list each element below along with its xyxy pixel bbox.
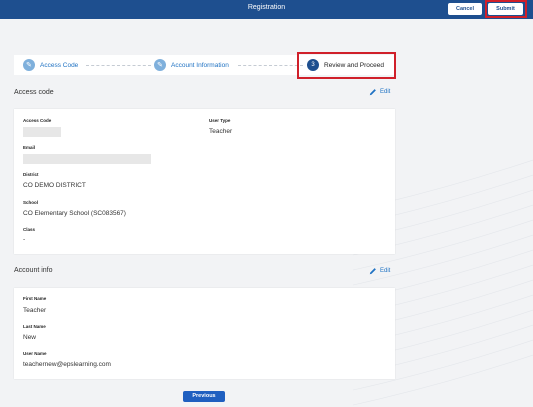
account-info-card: First Name Teacher Last Name New User Na… xyxy=(14,288,395,379)
edit-label: Edit xyxy=(380,268,391,274)
edit-label: Edit xyxy=(380,89,391,95)
field-label: Class xyxy=(23,227,36,232)
school-value: CO Elementary School (SC083567) xyxy=(23,210,126,217)
class-value: - xyxy=(23,236,26,243)
field-label: District xyxy=(23,172,39,177)
edit-access-code-link[interactable]: Edit xyxy=(369,88,390,96)
step-label: Access Code xyxy=(40,61,79,69)
step-connector xyxy=(238,65,303,66)
previous-button[interactable]: Previous xyxy=(183,391,225,402)
field-label: Access Code xyxy=(23,118,52,123)
pencil-icon xyxy=(369,268,376,275)
review-step-highlight-box xyxy=(297,52,396,79)
redacted-access-code xyxy=(23,127,61,137)
step-label: Account Information xyxy=(171,61,229,69)
field-label: User Type xyxy=(209,118,231,123)
section-title-access-code: Access code xyxy=(14,89,54,96)
last-name-value: New xyxy=(23,334,37,341)
submit-highlight-box xyxy=(485,0,527,18)
field-label: Email xyxy=(23,145,36,150)
district-value: CO DEMO DISTRICT xyxy=(23,182,86,189)
step-access-code[interactable]: ✎ Access Code xyxy=(23,58,78,72)
step-account-information[interactable]: ✎ Account Information xyxy=(154,58,229,72)
user-name-value: teachernew@epslearning.com xyxy=(23,361,111,368)
pencil-icon: ✎ xyxy=(154,59,166,71)
first-name-value: Teacher xyxy=(23,307,47,314)
field-label: Last Name xyxy=(23,324,46,329)
user-type-value: Teacher xyxy=(209,128,233,135)
section-title-account-info: Account info xyxy=(14,267,53,274)
field-label: School xyxy=(23,200,39,205)
pencil-icon xyxy=(369,89,376,96)
field-label: User Name xyxy=(23,351,47,356)
pencil-icon: ✎ xyxy=(23,59,35,71)
field-label: First Name xyxy=(23,296,47,301)
redacted-email xyxy=(23,154,151,164)
step-connector xyxy=(86,65,151,66)
header-bar: Registration Cancel Submit xyxy=(0,0,533,19)
cancel-button[interactable]: Cancel xyxy=(448,3,482,15)
access-code-card: Access Code User Type Teacher Email Dist… xyxy=(14,109,395,254)
edit-account-info-link[interactable]: Edit xyxy=(369,267,390,275)
